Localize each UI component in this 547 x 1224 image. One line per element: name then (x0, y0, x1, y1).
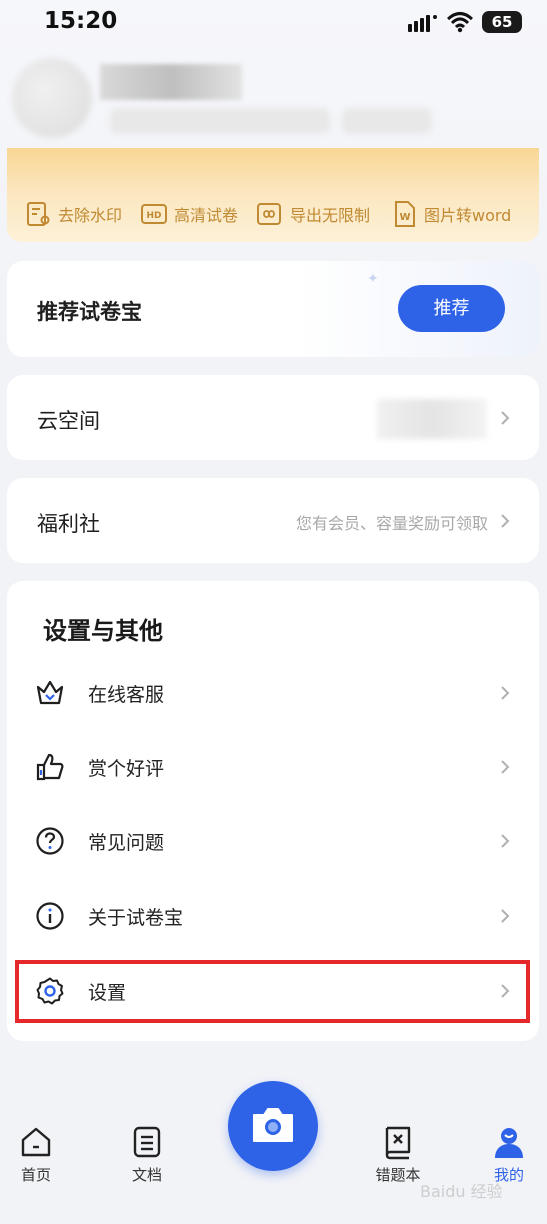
vip-feature-label: 去除水印 (58, 206, 123, 225)
wifi-icon (447, 12, 473, 33)
vip-feature-watermark: 去除水印 (24, 200, 122, 228)
camera-icon (253, 1108, 293, 1142)
vip-feature-label: 导出无限制 (290, 206, 371, 225)
info-icon (36, 902, 64, 930)
row-label: 关于试卷宝 (88, 907, 184, 929)
thumbs-up-icon (36, 753, 64, 781)
profile-icon (495, 1128, 523, 1158)
row-label: 赏个好评 (88, 758, 165, 780)
status-time: 15:20 (44, 8, 118, 34)
document-icon (133, 1126, 161, 1158)
chevron-right-icon (501, 834, 510, 848)
section-title: 设置与其他 (43, 617, 163, 645)
customer-service-icon (36, 680, 64, 705)
recommend-card[interactable]: 推荐试卷宝 ✦ 推荐 (7, 261, 539, 357)
avatar[interactable] (12, 58, 92, 138)
row-label: 在线客服 (88, 684, 165, 706)
cloud-space-title: 云空间 (37, 409, 100, 433)
watermark: Baidu 经验 (420, 1182, 503, 1201)
nav-documents[interactable]: 文档 (112, 1124, 182, 1185)
nav-home[interactable]: 首页 (1, 1124, 71, 1185)
cloud-space-card[interactable]: 云空间 (7, 375, 539, 460)
home-icon (21, 1127, 51, 1157)
user-badge-redacted (342, 108, 432, 134)
hd-icon: HD (141, 204, 167, 224)
signal-icon (408, 15, 437, 32)
nav-label: 文档 (131, 1166, 162, 1184)
row-online-service[interactable]: 在线客服 (7, 658, 539, 728)
username-redacted (100, 64, 242, 100)
chevron-right-icon (501, 760, 510, 774)
sparkle-icon: ✦ (367, 271, 379, 287)
chevron-right-icon (501, 686, 510, 700)
row-rate-app[interactable]: 赏个好评 (7, 732, 539, 802)
vip-feature-label: 图片转word (424, 206, 512, 225)
highlight-annotation-box (15, 960, 530, 1023)
user-id-redacted (110, 108, 330, 134)
cloud-usage-redacted (377, 399, 487, 439)
vip-feature-word: W 图片转word (390, 200, 511, 228)
recommend-title: 推荐试卷宝 (37, 300, 142, 324)
vip-feature-label: 高清试卷 (174, 206, 239, 225)
chevron-right-icon (501, 909, 510, 923)
svg-text:HD: HD (146, 211, 161, 221)
word-icon: W (395, 201, 415, 227)
camera-scan-button[interactable] (228, 1081, 318, 1171)
watermark-remove-icon (27, 202, 50, 226)
battery-icon: 65 (482, 11, 522, 33)
row-about[interactable]: 关于试卷宝 (7, 881, 539, 951)
row-faq[interactable]: 常见问题 (7, 806, 539, 876)
vip-card[interactable]: 去除水印 HD 高清试卷 导出无限制 W 图片转word (7, 148, 539, 242)
chevron-right-icon (501, 411, 510, 425)
recommend-button[interactable]: 推荐 (398, 285, 505, 332)
welfare-title: 福利社 (37, 512, 100, 536)
row-label: 常见问题 (88, 832, 165, 854)
vip-feature-export: 导出无限制 (256, 200, 370, 228)
nav-profile[interactable]: 我的 (474, 1124, 544, 1185)
vip-feature-hd: HD 高清试卷 (140, 200, 238, 228)
nav-mistake-book[interactable]: 错题本 (363, 1124, 433, 1185)
nav-label: 错题本 (375, 1166, 421, 1184)
nav-label: 首页 (20, 1166, 51, 1184)
infinity-export-icon (257, 203, 281, 225)
status-bar: 15:20 65 (0, 0, 547, 46)
question-icon (36, 827, 64, 855)
welfare-hint: 您有会员、容量奖励可领取 (295, 514, 488, 533)
chevron-right-icon (501, 514, 510, 528)
mistake-book-icon (385, 1126, 411, 1160)
svg-text:W: W (399, 212, 410, 223)
welfare-card[interactable]: 福利社 您有会员、容量奖励可领取 (7, 478, 539, 563)
